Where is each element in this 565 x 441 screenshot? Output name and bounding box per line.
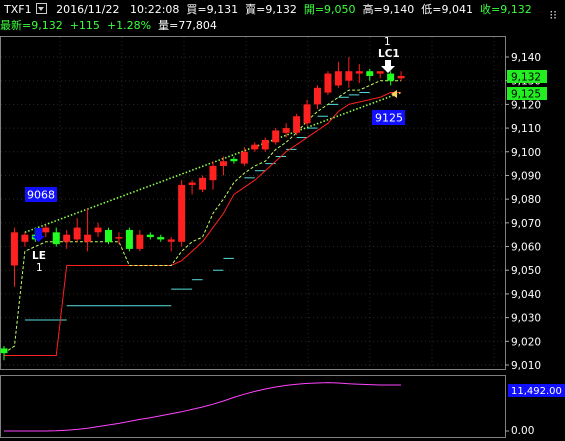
last-value: 最新=9,132 [0,19,63,32]
candle-body [178,184,186,242]
candle-body [63,234,71,242]
candle-body [136,234,144,249]
svg-text:LE: LE [32,250,46,262]
high-value: 高=9,140 [362,3,415,16]
chevron-down-icon[interactable] [35,3,47,14]
candle-body [387,73,395,81]
svg-text:LC1: LC1 [378,48,400,60]
candle-body [397,75,405,79]
candle-body [73,227,81,240]
candle-body [84,234,92,242]
indicator-panel-frame [0,375,506,438]
ask-value: 賣=9,132 [245,3,297,16]
candle-body [0,348,8,354]
volume-value: 量=77,804 [158,19,217,32]
svg-text:9,125: 9,125 [511,89,541,101]
svg-text:1: 1 [36,262,43,274]
close-value: 收=9,132 [480,3,532,16]
candle-body [345,71,353,81]
svg-text:9125: 9125 [375,112,403,125]
quote-header: TXF1 2016/11/22 10:22:08 買=9,131 賣=9,132… [0,3,532,16]
exit-arrow-icon [381,60,395,73]
candle-body [240,151,248,164]
candle-body [219,161,227,166]
candle-body [199,177,207,190]
candle-body [272,130,280,143]
svg-text:9,132: 9,132 [511,72,541,84]
tick-label: 9,080 [511,194,541,206]
tick-label: 9,030 [511,313,541,325]
change-value: +115 [69,19,100,32]
price-panel-frame [0,36,506,370]
tick-label: 9,110 [511,123,541,135]
candle-body [355,71,363,74]
tick-label: 9,090 [511,170,541,182]
candle-body [324,73,332,93]
candle-body [10,232,18,266]
candle-body [167,239,175,242]
price-chart: 9,1409,1309,1209,1109,1009,0909,0809,070… [0,36,565,438]
grid [1,37,505,369]
stop-marker-icon [391,90,397,98]
candle-body [146,234,154,238]
quote-summary: 最新=9,132 +115 +1.28% 量=77,804 [0,19,217,32]
indicator-value-tag: 11,492.00 [508,384,565,397]
candle-body [314,87,321,105]
candle-body [209,165,217,181]
low-value: 低=9,041 [421,3,473,16]
trail-stop-line [4,92,402,357]
svg-text:1: 1 [384,36,391,48]
change-pct-value: +1.28% [106,19,152,32]
dashed-ma-line [3,80,402,354]
candle-body [21,234,29,242]
candle-body [125,229,133,249]
candle-body [94,227,102,233]
candle-body [282,128,290,133]
indicator-line [4,382,402,432]
svg-text:9068: 9068 [27,189,55,202]
tick-label: 9,070 [511,218,541,230]
settings-icon[interactable]: ⁝⁝ [549,8,557,22]
tick-label: 9,020 [511,336,541,348]
indicator-zero-label: 0.00 [511,425,534,437]
svg-text:11,492.00: 11,492.00 [511,386,562,397]
quote-date: 2016/11/22 [56,3,120,16]
candle-body [366,71,374,76]
indicator-series [4,382,509,432]
bid-value: 買=9,131 [186,3,239,16]
open-value: 開=9,050 [303,3,356,16]
candle-body [230,158,238,162]
stop-price-tag: 9,125 [507,87,547,101]
candle-body [334,71,342,86]
candle-body [115,237,123,239]
last-price-tag: 9,132 [507,70,547,84]
level-lines [24,92,370,321]
candle-body [251,144,259,150]
entry-box: 9068 [25,187,57,202]
candle-body [157,237,165,240]
candle-body [105,229,112,242]
candle-body [303,104,311,124]
tick-label: 9,050 [511,265,541,277]
quote-time: 10:22:08 [130,3,180,16]
chart-window: 9,1409,1309,1209,1109,1009,0909,0809,070… [0,0,565,441]
candle-body [293,116,301,133]
tick-label: 9,140 [511,52,541,64]
candle-body [188,182,196,185]
tick-label: 9,040 [511,289,541,301]
tick-label: 9,060 [511,242,541,254]
exit-marker: 1 LC1 [378,36,400,98]
trend-lines [3,80,402,357]
stop-box: 9125 [372,110,405,125]
tick-label: 9,010 [511,360,541,372]
symbol-label: TXF1 [4,3,32,16]
candle-body [52,232,60,245]
tick-label: 9,120 [511,99,541,111]
candle-body [42,227,50,233]
tick-label: 9,100 [511,147,541,159]
candle-body [261,139,269,150]
candle-body [376,71,384,74]
